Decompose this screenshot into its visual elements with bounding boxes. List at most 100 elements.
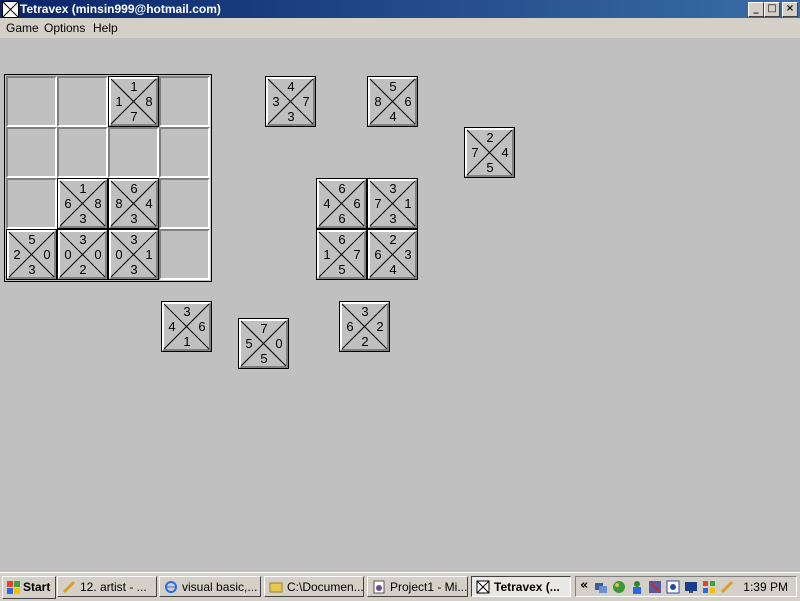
vb-icon [373, 580, 385, 594]
loose-tile[interactable]: 6751 [316, 229, 367, 280]
ie-icon [165, 581, 177, 593]
display-icon[interactable] [666, 580, 680, 594]
tile-right-number: 6 [404, 94, 412, 109]
tile-right-number: 0 [275, 336, 283, 351]
tile-top-number: 3 [130, 232, 138, 247]
tile-bottom-number: 3 [287, 109, 295, 124]
clock[interactable]: 1:39 PM [743, 580, 788, 594]
taskbar-button-label: 12. artist - ... [80, 580, 147, 594]
tile-top-number: 6 [338, 181, 346, 196]
board-slot[interactable] [159, 76, 210, 127]
puzzle-board: 187118366438503230203130 [4, 74, 212, 282]
tile-right-number: 6 [198, 319, 206, 334]
tile-bottom-number: 3 [389, 211, 397, 226]
board-slot[interactable] [108, 127, 159, 178]
board-slot[interactable] [6, 76, 57, 127]
loose-tile[interactable]: 2457 [464, 127, 515, 178]
board-slot[interactable] [6, 127, 57, 178]
tile-left-number: 6 [374, 247, 382, 262]
board-tile[interactable]: 5032 [6, 229, 57, 280]
tile-left-number: 6 [64, 196, 72, 211]
folder-icon [269, 582, 283, 593]
taskbar-button[interactable]: 12. artist - ... [57, 576, 157, 597]
loose-tile[interactable]: 3137 [367, 178, 418, 229]
tetravex-app-icon[interactable] [2, 1, 19, 18]
board-slot[interactable] [57, 127, 108, 178]
network-icon[interactable] [594, 580, 608, 594]
board-slot[interactable] [57, 76, 108, 127]
start-label: Start [23, 580, 51, 594]
taskbar-button[interactable]: visual basic,... [159, 576, 261, 597]
close-button[interactable]: × [782, 2, 798, 17]
messenger-icon[interactable] [630, 580, 644, 594]
monitor-icon[interactable] [684, 580, 698, 594]
board-tile[interactable]: 3130 [108, 229, 159, 280]
taskbar-button[interactable]: Tetravex (... [471, 576, 571, 597]
tile-left-number: 5 [245, 336, 253, 351]
taskbar-button-label: C:\Documen... [287, 580, 364, 594]
minimize-button[interactable]: _ [748, 2, 764, 17]
loose-tile[interactable]: 4733 [265, 76, 316, 127]
windows-flag-icon[interactable] [702, 580, 716, 594]
board-tile[interactable]: 1871 [108, 76, 159, 127]
tile-right-number: 6 [353, 196, 361, 211]
loose-tile[interactable]: 5648 [367, 76, 418, 127]
tile-right-number: 0 [43, 247, 51, 262]
windows-logo-icon [7, 581, 20, 594]
globe-icon[interactable] [612, 580, 626, 594]
tile-left-number: 2 [13, 247, 21, 262]
tile-bottom-number: 4 [389, 262, 397, 277]
tile-top-number: 3 [361, 304, 369, 319]
board-slot[interactable] [159, 229, 210, 280]
menu-game[interactable]: Game [6, 21, 39, 35]
tile-right-number: 1 [404, 196, 412, 211]
tile-bottom-number: 6 [338, 211, 346, 226]
title-bar[interactable]: Tetravex (minsin999@hotmail.com) _ □ × [0, 0, 800, 18]
tile-top-number: 1 [130, 79, 138, 94]
taskbar-button-label: visual basic,... [182, 580, 258, 594]
taskbar-button[interactable]: C:\Documen... [264, 576, 364, 597]
tile-top-number: 6 [130, 181, 138, 196]
board-tile[interactable]: 1836 [57, 178, 108, 229]
tile-top-number: 3 [183, 304, 191, 319]
tile-bottom-number: 1 [183, 334, 191, 349]
tile-top-number: 4 [287, 79, 295, 94]
board-slot[interactable] [159, 178, 210, 229]
loose-tile[interactable]: 3614 [161, 301, 212, 352]
tile-top-number: 3 [79, 232, 87, 247]
menu-options[interactable]: Options [44, 21, 85, 35]
loose-tile[interactable]: 2346 [367, 229, 418, 280]
loose-tile[interactable]: 6664 [316, 178, 367, 229]
loose-tile[interactable]: 7055 [238, 318, 289, 369]
board-slot[interactable] [159, 127, 210, 178]
tile-bottom-number: 7 [130, 109, 138, 124]
tile-bottom-number: 3 [79, 211, 87, 226]
tile-top-number: 6 [338, 232, 346, 247]
tile-top-number: 3 [389, 181, 397, 196]
tray-expand-icon[interactable]: « [580, 578, 588, 593]
board-slot[interactable] [6, 178, 57, 229]
tile-left-number: 4 [168, 319, 176, 334]
tile-left-number: 0 [64, 247, 72, 262]
maximize-button[interactable]: □ [764, 2, 780, 17]
loose-tile[interactable]: 3226 [339, 301, 390, 352]
tile-bottom-number: 5 [486, 160, 494, 175]
taskbar-button[interactable]: Project1 - Mi... [367, 576, 468, 597]
start-button[interactable]: Start [2, 576, 56, 599]
board-tile[interactable]: 3020 [57, 229, 108, 280]
taskbar: Start 12. artist - ... visual basic,... C:… [0, 572, 800, 601]
tile-left-number: 1 [115, 94, 123, 109]
tile-left-number: 8 [374, 94, 382, 109]
tile-right-number: 3 [404, 247, 412, 262]
tile-top-number: 2 [389, 232, 397, 247]
board-tile[interactable]: 6438 [108, 178, 159, 229]
tile-left-number: 1 [323, 247, 331, 262]
security-icon[interactable] [648, 580, 662, 594]
tile-bottom-number: 2 [79, 262, 87, 277]
tile-right-number: 4 [501, 145, 509, 160]
tetravex-icon [476, 580, 490, 594]
tile-left-number: 7 [471, 145, 479, 160]
tile-right-number: 8 [145, 94, 153, 109]
menu-help[interactable]: Help [93, 21, 118, 35]
pencil-tray-icon[interactable] [720, 580, 734, 594]
